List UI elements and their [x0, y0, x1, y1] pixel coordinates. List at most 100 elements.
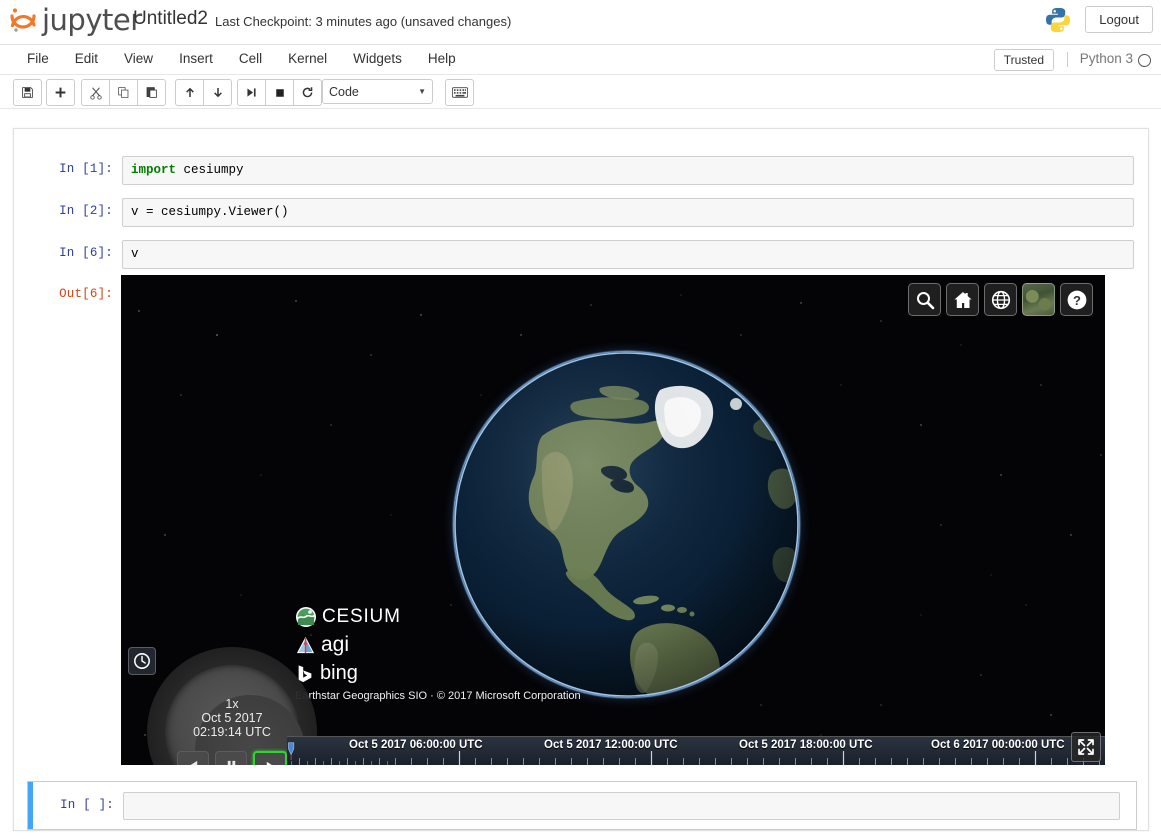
code-input[interactable]: v [122, 240, 1134, 269]
animation-readout: 1x Oct 5 2017 02:19:14 UTC [165, 697, 299, 739]
jupyter-logo-text: jupyter [42, 3, 142, 37]
divider [1067, 52, 1068, 67]
toolbar-group-move [175, 79, 232, 106]
play-reverse-button[interactable] [177, 751, 209, 765]
animation-date: Oct 5 2017 [165, 711, 299, 725]
cut-cell-button[interactable] [81, 79, 110, 106]
code-keyword: import [131, 163, 176, 177]
cell-prompt: In [6]: [39, 240, 122, 260]
notebook-page: In [1]: import cesiumpy In [2]: v = cesi… [13, 128, 1149, 831]
svg-text:?: ? [1073, 293, 1081, 308]
cesium-credit[interactable]: CESIUM [295, 606, 581, 628]
play-forward-icon [264, 760, 277, 766]
logout-button[interactable]: Logout [1085, 6, 1153, 33]
notebook-body: In [1]: import cesiumpy In [2]: v = cesi… [0, 111, 1161, 839]
timeline[interactable]: Oct 5 2017 06:00:00 UTC Oct 5 2017 12:00… [287, 736, 1105, 765]
menu-item-list: File Edit View Insert Cell Kernel Widget… [14, 45, 469, 72]
menu-item-cell[interactable]: Cell [226, 45, 275, 72]
trusted-badge[interactable]: Trusted [994, 49, 1054, 71]
code-input[interactable]: v = cesiumpy.Viewer() [122, 198, 1134, 227]
play-reverse-icon [187, 759, 200, 766]
toolbar-group-run [237, 79, 322, 106]
menu-item-help[interactable]: Help [415, 45, 469, 72]
chevron-down-icon: ▼ [418, 87, 426, 96]
menu-item-kernel[interactable]: Kernel [275, 45, 340, 72]
notebook-cell[interactable]: In [6]: v [39, 240, 1134, 269]
code-input[interactable] [123, 792, 1120, 820]
cell-prompt: In [2]: [39, 198, 122, 218]
base-layer-picker-button[interactable] [1022, 283, 1055, 316]
paste-cell-button[interactable] [137, 79, 166, 106]
pause-button[interactable] [215, 751, 247, 765]
animation-rate: 1x [165, 697, 299, 711]
selected-cell-container[interactable]: In [ ]: [27, 781, 1137, 830]
keyboard-shortcuts-button[interactable] [445, 79, 474, 106]
pause-icon [225, 759, 238, 766]
toolbar-group-insert [46, 79, 75, 106]
interrupt-kernel-button[interactable] [265, 79, 294, 106]
toolbar-group-shortcuts [445, 79, 474, 106]
move-cell-up-button[interactable] [175, 79, 204, 106]
timeline-label: Oct 5 2017 18:00:00 UTC [739, 739, 873, 751]
output-prompt: Out[6]: [39, 281, 122, 301]
animation-controls [165, 751, 299, 765]
jupyter-logo-icon [8, 5, 38, 35]
kernel-name-label: Python 3 [1080, 51, 1133, 66]
code-input[interactable]: import cesiumpy [122, 156, 1134, 185]
code-text: v = cesiumpy.Viewer() [131, 205, 289, 219]
cell-type-value: Code [329, 85, 359, 99]
expand-arrows-icon [1076, 737, 1096, 757]
jupyter-logo[interactable]: jupyter [8, 3, 142, 37]
checkpoint-status: Last Checkpoint: 3 minutes ago (unsaved … [215, 14, 511, 29]
menu-item-insert[interactable]: Insert [166, 45, 226, 72]
menu-item-file[interactable]: File [14, 45, 62, 72]
jupyter-header: jupyter Untitled2 Last Checkpoint: 3 min… [0, 0, 1161, 45]
play-forward-button[interactable] [253, 751, 287, 765]
cell-prompt: In [ ]: [40, 792, 123, 812]
insert-cell-button[interactable] [46, 79, 75, 106]
run-cell-button[interactable] [237, 79, 266, 106]
notebook-name[interactable]: Untitled2 [133, 8, 208, 30]
agi-credit[interactable]: agi [295, 633, 581, 657]
python-logo-icon [1043, 5, 1073, 35]
animation-time: 02:19:14 UTC [165, 725, 299, 739]
timeline-label: Oct 6 2017 00:00:00 UTC [931, 739, 1065, 751]
code-text: v [131, 247, 139, 261]
toolbar-group-save [13, 79, 42, 106]
agi-credit-label: agi [321, 633, 349, 657]
code-text: cesiumpy [176, 163, 244, 177]
notebook-cell[interactable]: In [ ]: [40, 792, 1120, 820]
timeline-label: Oct 5 2017 06:00:00 UTC [349, 739, 483, 751]
navigation-help-button[interactable]: ? [1060, 283, 1093, 316]
notebook-cell[interactable]: In [1]: import cesiumpy [39, 156, 1134, 185]
timeline-label: Oct 5 2017 12:00:00 UTC [544, 739, 678, 751]
restart-kernel-button[interactable] [293, 79, 322, 106]
cell-selection-indicator [28, 782, 33, 829]
bing-credit-label: bing [320, 662, 358, 685]
cesium-credits: CESIUM agi bing [295, 606, 581, 702]
scene-mode-button[interactable] [984, 283, 1017, 316]
menu-item-edit[interactable]: Edit [62, 45, 111, 72]
attribution-text: Earthstar Geographics SIO · © 2017 Micro… [295, 690, 581, 702]
copy-cell-button[interactable] [109, 79, 138, 106]
menu-item-widgets[interactable]: Widgets [340, 45, 415, 72]
save-button[interactable] [13, 79, 42, 106]
cesium-credit-label: CESIUM [322, 606, 401, 628]
cesium-viewer[interactable]: ? CESIUM [121, 275, 1105, 765]
toolbar-group-clipboard [81, 79, 166, 106]
fullscreen-button[interactable] [1071, 732, 1101, 762]
move-cell-down-button[interactable] [203, 79, 232, 106]
notebook-toolbar: Code ▼ [0, 75, 1161, 109]
current-time-pointer-icon[interactable] [287, 741, 296, 761]
cesium-logo-icon [295, 606, 317, 628]
notebook-cell[interactable]: In [2]: v = cesiumpy.Viewer() [39, 198, 1134, 227]
menubar: File Edit View Insert Cell Kernel Widget… [0, 45, 1161, 75]
menu-item-view[interactable]: View [111, 45, 166, 72]
cell-prompt: In [1]: [39, 156, 122, 176]
kernel-idle-circle-icon [1138, 54, 1151, 67]
bing-credit[interactable]: bing [295, 662, 581, 685]
geocoder-search-button[interactable] [908, 283, 941, 316]
cell-type-select[interactable]: Code ▼ [322, 79, 433, 104]
home-button[interactable] [946, 283, 979, 316]
cesium-toolbar: ? [908, 283, 1093, 316]
